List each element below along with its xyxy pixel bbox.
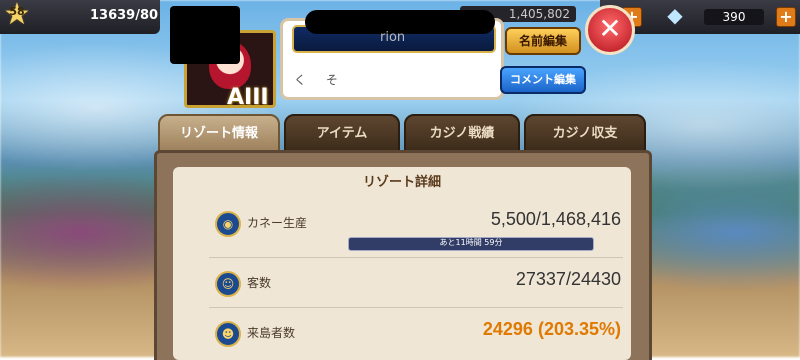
add-gems-button[interactable]: +	[776, 7, 796, 27]
redaction-block	[170, 6, 240, 64]
guest-count-label: 客数	[247, 276, 272, 290]
production-timer: あと11時間 59分	[439, 238, 503, 247]
production-progress-bar: あと11時間 59分	[348, 237, 594, 251]
player-comment: く そ	[294, 73, 346, 87]
player-name: rion	[380, 30, 406, 45]
diamond-icon: ◆	[667, 3, 683, 27]
visitor-count-row: ☻ 来島者数 24296 (203.35%)	[209, 313, 625, 357]
edit-comment-button[interactable]: コメント編集	[500, 66, 586, 94]
tab-casino-balance[interactable]: カジノ収支	[524, 114, 646, 154]
section-title: リゾート詳細	[362, 175, 441, 190]
guest-count-value: 27337/24430	[515, 269, 621, 289]
tab-casino-record[interactable]: カジノ戦績	[404, 114, 520, 154]
player-level-panel: ★ 58 13639/80	[0, 0, 160, 34]
close-button[interactable]: ✕	[585, 5, 635, 55]
money-production-label: カネー生産	[247, 216, 308, 230]
exp-text: 13639/80	[90, 8, 159, 23]
rank-badge: AIII	[227, 85, 269, 110]
tab-items[interactable]: アイテム	[284, 114, 400, 154]
visitor-count-label: 来島者数	[247, 326, 296, 340]
resort-details-panel: リゾート詳細 ◉ カネー生産 5,500/1,468,416 あと11時間 59…	[154, 150, 652, 360]
money-production-row: ◉ カネー生産 5,500/1,468,416 あと11時間 59分	[209, 203, 625, 251]
coin-stack-icon: ◉	[215, 211, 241, 237]
visitors-icon: ☻	[215, 321, 241, 347]
details-inner: リゾート詳細 ◉ カネー生産 5,500/1,468,416 あと11時間 59…	[173, 167, 631, 360]
tab-bar: リゾート情報 アイテム カジノ戦績 カジノ収支	[158, 114, 648, 154]
divider	[209, 307, 623, 308]
visitor-count-value: 24296 (203.35%)	[482, 319, 621, 339]
divider	[209, 257, 623, 258]
guests-icon: ☺	[215, 271, 241, 297]
money-production-value: 5,500/1,468,416	[490, 209, 621, 229]
level-number: 58	[9, 5, 25, 18]
gem-count: 390	[704, 9, 764, 25]
tab-resort-info[interactable]: リゾート情報	[158, 114, 280, 154]
guest-count-row: ☺ 客数 27337/24430	[209, 263, 625, 307]
edit-name-button[interactable]: 名前編集	[505, 27, 581, 55]
